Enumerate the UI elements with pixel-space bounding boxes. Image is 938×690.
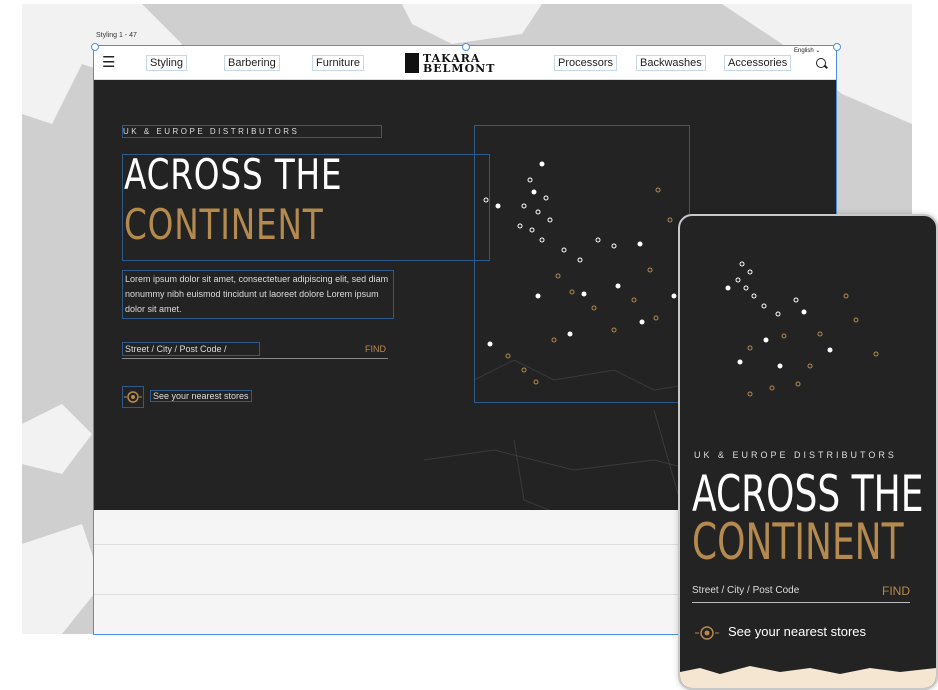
language-label: English <box>794 48 814 54</box>
resize-handle[interactable] <box>833 43 841 51</box>
hamburger-icon[interactable]: ☰ <box>102 55 115 70</box>
find-button[interactable]: FIND <box>365 344 386 354</box>
mobile-torn-edge <box>680 666 936 688</box>
mobile-eyebrow: UK & EUROPE DISTRIBUTORS <box>694 450 897 460</box>
search-icon[interactable] <box>816 58 826 68</box>
nav-item-accessories[interactable]: Accessories <box>724 55 792 71</box>
location-target-icon <box>695 626 719 640</box>
mobile-find-button[interactable]: FIND <box>882 584 910 598</box>
mobile-preview: UK & EUROPE DISTRIBUTORS ACROSS THE CONT… <box>678 214 938 690</box>
resize-handle[interactable] <box>91 43 99 51</box>
brand-logo[interactable]: TAKARA BELMONT <box>405 51 525 75</box>
nav-item-processors[interactable]: Processors <box>554 55 618 71</box>
hero-body-text: Lorem ipsum dolor sit amet, consectetuer… <box>122 270 394 319</box>
map-region-outline <box>474 125 690 403</box>
mobile-store-search: FIND <box>692 582 910 603</box>
language-selector[interactable]: English ⌄ <box>794 47 820 54</box>
resize-handle[interactable] <box>462 43 470 51</box>
hero-eyebrow: UK & EUROPE DISTRIBUTORS <box>122 125 382 138</box>
mobile-nearest-stores-label: See your nearest stores <box>728 624 867 639</box>
logo-mark <box>405 53 419 73</box>
logo-line-2: BELMONT <box>423 62 496 75</box>
top-navigation: ☰ Styling Barbering Furniture TAKARA BEL… <box>94 46 836 80</box>
hero-title-line-1: ACROSS THE <box>124 150 343 199</box>
hero-title-line-2: CONTINENT <box>124 200 324 249</box>
store-search-input[interactable] <box>122 342 260 356</box>
location-target-icon <box>122 386 144 408</box>
store-search: FIND <box>122 342 388 359</box>
mobile-title-line-2: CONTINENT <box>692 513 904 571</box>
frame-label: Styling 1 - 47 <box>96 32 137 39</box>
mobile-store-search-input[interactable] <box>692 582 852 598</box>
nav-item-barbering[interactable]: Barbering <box>224 55 280 71</box>
nav-item-backwashes[interactable]: Backwashes <box>636 55 706 71</box>
nearest-stores-label: See your nearest stores <box>150 390 252 402</box>
nav-item-styling[interactable]: Styling <box>146 55 188 71</box>
mobile-map <box>725 261 879 397</box>
nav-item-furniture[interactable]: Furniture <box>312 55 365 71</box>
chevron-down-icon: ⌄ <box>815 48 821 54</box>
